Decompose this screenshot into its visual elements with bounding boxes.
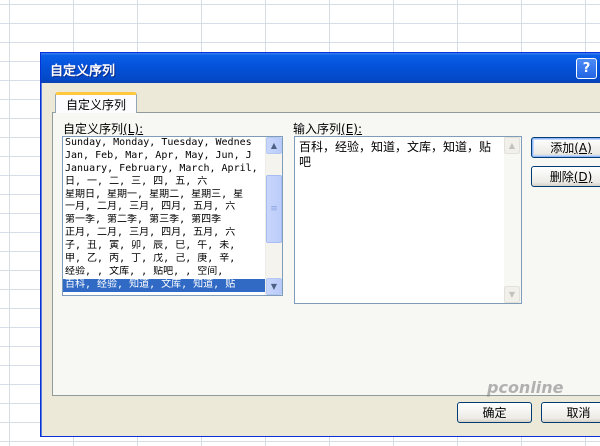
list-item[interactable]: 正月, 二月, 三月, 四月, 五月, 六	[63, 227, 266, 240]
title-bar[interactable]: 自定义序列 ?	[41, 53, 600, 83]
scroll-up-arrow-icon[interactable]: ▲	[266, 137, 282, 154]
scroll-down-arrow-icon[interactable]: ▼	[266, 278, 282, 295]
list-scrollbar[interactable]: ▲ ≡ ▼	[265, 137, 282, 295]
list-item[interactable]: Sunday, Monday, Tuesday, Wednes	[63, 137, 266, 150]
list-item[interactable]: Jan, Feb, Mar, Apr, May, Jun, J	[63, 150, 266, 163]
list-entries-textarea[interactable]: 百科，经验，知道，文库，知道，贴吧 ▲ ▼	[294, 136, 522, 304]
list-item[interactable]: 经验, , 文库, , 贴吧, , 空间,	[63, 266, 266, 279]
textarea-scrollbar: ▲ ▼	[504, 137, 521, 303]
list-entries-label: 输入序列(E):	[293, 122, 363, 136]
ok-button[interactable]: 确定	[457, 402, 532, 423]
custom-lists-items: Sunday, Monday, Tuesday, Wednes Jan, Feb,…	[63, 137, 266, 292]
delete-button[interactable]: 删除 (D)	[531, 166, 600, 187]
list-entries-value: 百科，经验，知道，文库，知道，贴吧	[299, 140, 492, 169]
watermark: pconline	[487, 378, 564, 397]
list-item[interactable]: 甲, 乙, 丙, 丁, 戊, 己, 庚, 辛,	[63, 253, 266, 266]
scroll-up-arrow-icon: ▲	[504, 137, 520, 154]
list-item[interactable]: 子, 丑, 寅, 卯, 辰, 巳, 午, 未,	[63, 240, 266, 253]
custom-lists-listbox[interactable]: Sunday, Monday, Tuesday, Wednes Jan, Feb,…	[62, 136, 283, 296]
list-item[interactable]: 第一季, 第二季, 第三季, 第四季	[63, 214, 266, 227]
list-item[interactable]: 一月, 二月, 三月, 四月, 五月, 六	[63, 201, 266, 214]
list-item[interactable]: 星期日, 星期一, 星期二, 星期三, 星	[63, 189, 266, 202]
custom-lists-label: 自定义序列(L):	[63, 122, 144, 136]
list-item[interactable]: January, February, March, April,	[63, 163, 266, 176]
list-item[interactable]: 百科, 经验, 知道, 文库, 知道, 贴	[63, 278, 266, 292]
scroll-thumb[interactable]: ≡	[266, 175, 282, 243]
help-button[interactable]: ?	[576, 58, 597, 79]
tab-custom-lists[interactable]: 自定义序列	[55, 92, 137, 113]
list-item[interactable]: 日, 一, 二, 三, 四, 五, 六	[63, 176, 266, 189]
scroll-down-arrow-icon: ▼	[504, 286, 520, 303]
dialog-title: 自定义序列	[50, 64, 116, 79]
add-button[interactable]: 添加 (A)	[531, 137, 600, 158]
cancel-button[interactable]: 取消	[541, 402, 600, 423]
